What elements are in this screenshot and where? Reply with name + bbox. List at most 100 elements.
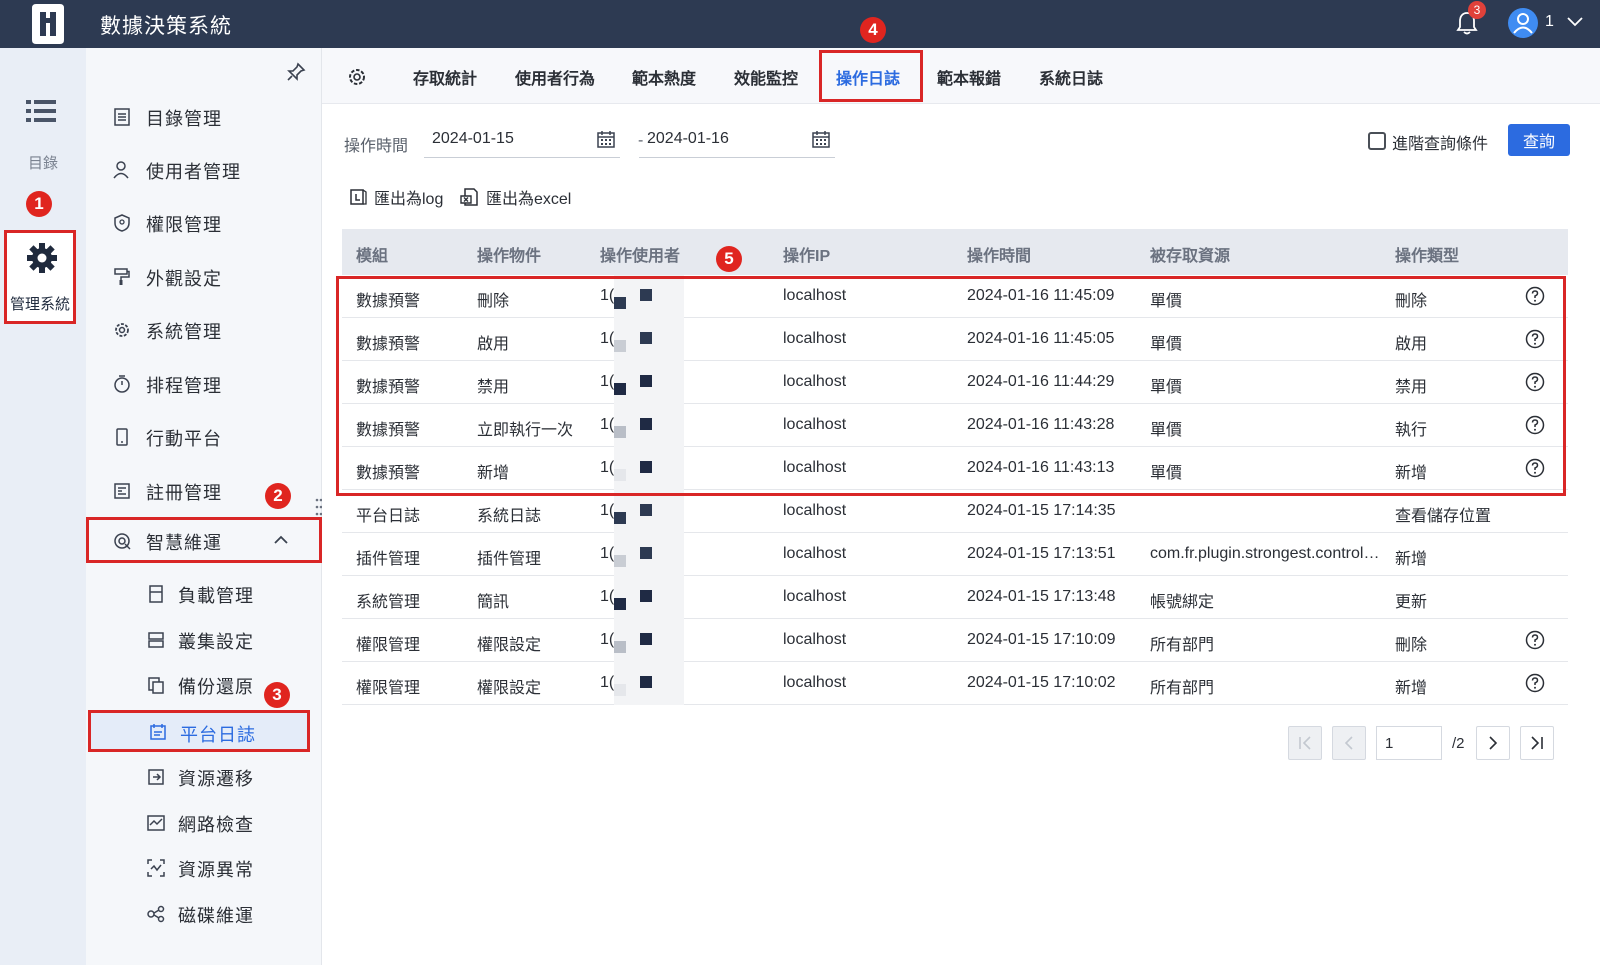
redaction-block (640, 418, 652, 430)
cell-object: 插件管理 (477, 551, 542, 568)
chevron-down-icon[interactable] (1565, 14, 1585, 30)
tab-system-log[interactable]: 系統日誌 (1039, 65, 1103, 89)
cell-object: 啟用 (477, 336, 510, 353)
column-header-type[interactable]: 操作類型 (1395, 242, 1459, 266)
settings-gear-icon[interactable] (346, 66, 368, 88)
column-header-object[interactable]: 操作物件 (477, 242, 541, 266)
redaction-block (640, 289, 652, 301)
calendar-icon[interactable] (811, 129, 831, 149)
step-marker-5: 5 (716, 246, 742, 272)
redaction-block (614, 297, 626, 309)
user-name[interactable]: 1 (1545, 13, 1554, 31)
anomaly-icon (147, 859, 165, 877)
sidebar-subitem-anomaly[interactable]: 資源異常 (86, 845, 322, 891)
column-header-user[interactable]: 操作使用者 (600, 242, 680, 266)
sidebar-item-schedule[interactable]: 排程管理 (86, 361, 322, 407)
chevron-up-icon[interactable] (272, 533, 290, 547)
tab-performance[interactable]: 效能監控 (734, 65, 798, 89)
tab-user-behavior[interactable]: 使用者行為 (515, 65, 595, 89)
column-header-ip[interactable]: 操作IP (783, 242, 830, 266)
tab-access-stats[interactable]: 存取統計 (413, 65, 477, 89)
next-page-button[interactable] (1476, 726, 1510, 760)
sidebar-item-users[interactable]: 使用者管理 (86, 147, 322, 193)
export-log-button[interactable]: 匯出為log (348, 185, 443, 209)
export-log-icon (350, 189, 367, 205)
cell-type: 新增 (1395, 551, 1428, 568)
sidebar-subitem-cluster[interactable]: 叢集設定 (86, 617, 322, 663)
table-row[interactable]: 系統管理 簡訊 1(localhost 2024-01-15 17:13:48 帳號綁定… (342, 576, 1568, 619)
cell-module: 數據預警 (356, 293, 421, 310)
table-row[interactable]: 數據預警 啟用 1(localhost 2024-01-16 11:45:05 單價 啟用 (342, 318, 1568, 361)
table-row[interactable]: 平台日誌 系統日誌 1(localhost 2024-01-15 17:14:35 查看… (342, 490, 1568, 533)
sidebar-item-mobile[interactable]: 行動平台 (86, 414, 322, 460)
help-circle-icon[interactable] (1525, 286, 1545, 306)
menu-list-icon[interactable] (26, 98, 56, 124)
cell-ip: localhost (783, 631, 847, 648)
redacted-user-mask (614, 404, 684, 447)
help-circle-icon[interactable] (1525, 372, 1545, 392)
sidebar-subitem-migration[interactable]: 資源遷移 (86, 754, 322, 800)
column-header-module[interactable]: 模組 (356, 242, 388, 266)
sidebar-item-label: 權限管理 (146, 215, 222, 235)
cell-ip: localhost (783, 588, 847, 605)
table-row[interactable]: 數據預警 立即執行一次 1(localhost 2024-01-16 11:43:28… (342, 404, 1568, 447)
sidebar-item-catalog[interactable]: 目錄管理 (86, 94, 322, 140)
sidebar-item-permissions[interactable]: 權限管理 (86, 200, 322, 246)
sidebar-item-smart-ops[interactable]: 智慧維運 (86, 517, 322, 563)
start-date-input[interactable]: 2024-01-15 (424, 120, 620, 158)
cell-time: 2024-01-16 11:45:05 (967, 330, 1115, 347)
step-marker-4: 4 (860, 17, 886, 43)
sidebar: 目錄管理 使用者管理 權限管理 外觀設定 系統管理 排程管理 行動平台 註冊管理… (86, 48, 322, 965)
help-circle-icon[interactable] (1525, 415, 1545, 435)
table-row[interactable]: 插件管理 插件管理 1(localhost 2024-01-15 17:13:51 co… (342, 533, 1568, 576)
redaction-block (614, 469, 626, 481)
advanced-query-checkbox[interactable] (1368, 132, 1386, 150)
table-row[interactable]: 權限管理 權限設定 1(localhost 2024-01-15 17:10:02 所有… (342, 662, 1568, 705)
redacted-user-mask (614, 490, 684, 533)
sidebar-subitem-platform-log[interactable]: 平台日誌 (88, 710, 310, 752)
redaction-block (640, 590, 652, 602)
table-row[interactable]: 權限管理 權限設定 1(localhost 2024-01-15 17:10:09 所有… (342, 619, 1568, 662)
table-row[interactable]: 數據預警 刪除 1(localhost 2024-01-16 11:45:09 單價 刪除 (342, 275, 1568, 318)
sidebar-subitem-network[interactable]: 網路檢查 (86, 800, 322, 846)
last-page-button[interactable] (1520, 726, 1554, 760)
end-date-input[interactable]: 2024-01-16 (639, 120, 835, 158)
redaction-block (640, 504, 652, 516)
cell-resource: 單價 (1150, 379, 1183, 396)
table-row[interactable]: 數據預警 新增 1(localhost 2024-01-16 11:43:13 單價 新增 (342, 447, 1568, 490)
pin-icon[interactable] (286, 62, 306, 82)
avatar[interactable] (1508, 8, 1538, 38)
cell-type: 查看儲存位置 (1395, 508, 1492, 525)
sidebar-item-appearance[interactable]: 外觀設定 (86, 254, 322, 300)
help-circle-icon[interactable] (1525, 630, 1545, 650)
page-number-input[interactable] (1376, 726, 1442, 760)
register-icon (114, 483, 130, 499)
query-button[interactable]: 查詢 (1508, 124, 1570, 156)
help-circle-icon[interactable] (1525, 329, 1545, 349)
sidebar-subitem-load[interactable]: 負載管理 (86, 571, 322, 617)
rail-admin-button[interactable]: 管理系統 (4, 230, 76, 324)
cell-time: 2024-01-15 17:14:35 (967, 502, 1116, 519)
tab-template-errors[interactable]: 範本報錯 (937, 65, 1001, 89)
cell-module: 權限管理 (356, 637, 421, 654)
step-marker-3: 3 (264, 682, 290, 708)
sidebar-item-system[interactable]: 系統管理 (86, 307, 322, 353)
calendar-icon[interactable] (596, 129, 616, 149)
advanced-query-label[interactable]: 進階查詢條件 (1392, 130, 1488, 154)
help-circle-icon[interactable] (1525, 673, 1545, 693)
column-header-time[interactable]: 操作時間 (967, 242, 1031, 266)
export-excel-button[interactable]: 匯出為excel (460, 185, 571, 209)
prev-page-button[interactable] (1332, 726, 1366, 760)
sidebar-item-label: 網路檢查 (178, 815, 254, 835)
table-row[interactable]: 數據預警 禁用 1(localhost 2024-01-16 11:44:29 單價 禁用 (342, 361, 1568, 404)
tab-highlight-box (819, 50, 923, 102)
export-excel-icon (460, 188, 478, 206)
sidebar-item-label: 外觀設定 (146, 269, 222, 289)
tab-template-heat[interactable]: 範本熱度 (632, 65, 696, 89)
rail-catalog-label[interactable]: 目錄 (0, 152, 86, 173)
logo-icon (32, 4, 64, 44)
first-page-button[interactable] (1288, 726, 1322, 760)
column-header-resource[interactable]: 被存取資源 (1150, 242, 1230, 266)
help-circle-icon[interactable] (1525, 458, 1545, 478)
sidebar-subitem-disk[interactable]: 磁碟維運 (86, 891, 322, 937)
